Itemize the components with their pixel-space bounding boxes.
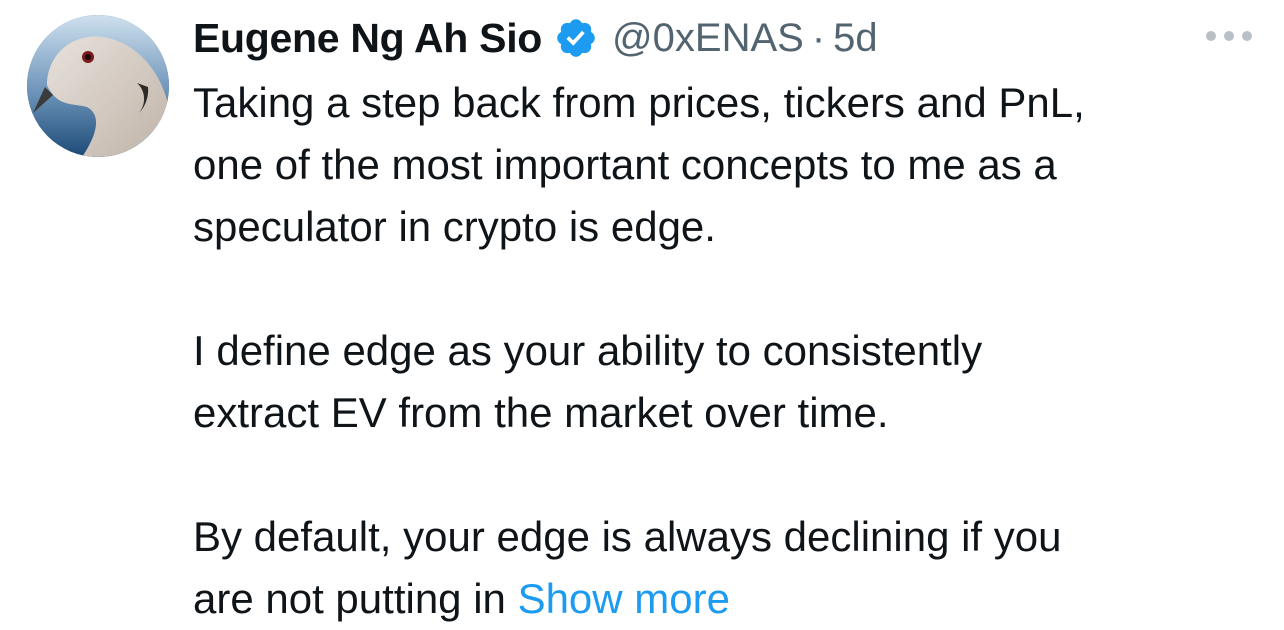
more-dot (1242, 31, 1252, 41)
text-line: extract EV from the market over time. (193, 389, 889, 436)
text-line: speculator in crypto is edge. (193, 203, 716, 250)
tweet[interactable]: Eugene Ng Ah Sio @0xENAS · 5d Taking a s… (0, 0, 1284, 622)
show-more-link[interactable]: Show more (518, 575, 730, 622)
text-line: I define edge as your ability to consist… (193, 327, 983, 374)
text-line: one of the most important concepts to me… (193, 141, 1057, 188)
more-dot (1224, 31, 1234, 41)
handle[interactable]: @0xENAS (612, 16, 804, 61)
text-line: By default, your edge is always declinin… (193, 513, 1062, 560)
verified-badge-icon[interactable] (554, 16, 598, 60)
more-options-icon[interactable] (1206, 26, 1252, 46)
text-line-with-link: are not putting in Show more (193, 568, 1263, 630)
dove-avatar-icon (27, 15, 169, 157)
tweet-text: Taking a step back from prices, tickers … (193, 72, 1263, 630)
separator-dot: · (811, 15, 826, 60)
more-dot (1206, 31, 1216, 41)
tweet-paragraph: Taking a step back from prices, tickers … (193, 72, 1263, 258)
avatar[interactable] (27, 15, 169, 157)
tweet-paragraph: I define edge as your ability to consist… (193, 320, 1263, 444)
text-fragment: are not putting in (193, 575, 518, 622)
tweet-header: Eugene Ng Ah Sio @0xENAS · 5d (193, 10, 878, 66)
tweet-paragraph: By default, your edge is always declinin… (193, 506, 1263, 630)
timestamp[interactable]: 5d (833, 16, 878, 61)
display-name[interactable]: Eugene Ng Ah Sio (193, 15, 542, 62)
text-line: Taking a step back from prices, tickers … (193, 79, 1085, 126)
